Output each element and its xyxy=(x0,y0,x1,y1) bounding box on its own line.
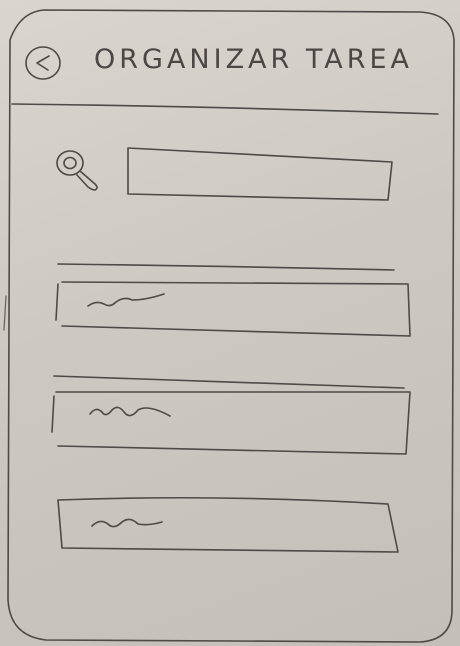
item-1-scribble-icon xyxy=(87,293,165,307)
item-2-left-edge xyxy=(51,395,55,433)
item-1-top-line xyxy=(57,263,395,271)
page-title: ORGANIZAR TAREA xyxy=(94,44,414,75)
item-1-left-edge xyxy=(55,283,59,321)
list-item-3[interactable] xyxy=(57,496,399,553)
item-3-scribble-icon xyxy=(91,518,163,528)
item-2-top-line xyxy=(53,375,405,389)
search-icon[interactable] xyxy=(56,150,98,191)
header-divider xyxy=(11,103,439,115)
list-item-1[interactable] xyxy=(55,263,411,337)
item-2-box xyxy=(55,391,411,455)
item-1-box xyxy=(61,281,411,337)
phone-frame xyxy=(3,9,455,643)
back-arrow-circle-icon[interactable] xyxy=(25,46,61,80)
side-mark xyxy=(3,295,7,331)
list-item-2[interactable] xyxy=(51,375,411,455)
search-input[interactable] xyxy=(127,147,393,201)
item-2-scribble-icon xyxy=(89,406,171,417)
